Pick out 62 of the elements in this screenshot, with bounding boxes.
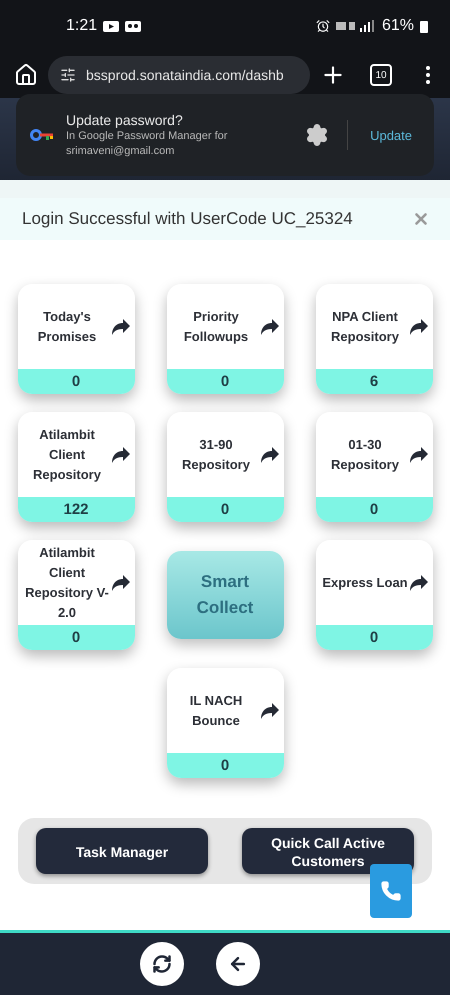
action-button[interactable]: Task Manager	[36, 828, 208, 874]
clock-time: 1:21	[66, 17, 98, 35]
voicemail-icon	[125, 20, 142, 32]
dashboard-tile[interactable]: Priority Followups 0	[166, 284, 284, 394]
phone-book-button[interactable]	[370, 864, 412, 918]
tile-count: 0	[316, 497, 432, 522]
key-icon	[30, 129, 54, 141]
tab-count[interactable]: 10	[370, 64, 392, 86]
tile-label: 01-30 Repository	[330, 436, 400, 474]
tile-count: 0	[166, 753, 284, 778]
tile-label: Today's Promises	[36, 308, 98, 346]
dashboard-tile[interactable]: Atilambit Client Repository V-2.0 0	[18, 540, 134, 650]
dashboard-tile[interactable]: 01-30 Repository 0	[316, 412, 432, 522]
share-arrow-icon	[260, 318, 280, 336]
tile-count: 0	[18, 625, 134, 650]
video-icon	[103, 20, 120, 32]
tile-label: Atilambit Client Repository V-2.0	[24, 544, 110, 622]
share-arrow-icon	[408, 574, 428, 592]
site-settings-icon[interactable]	[60, 67, 76, 83]
account-email: srimaveni@gmail.com	[66, 145, 176, 158]
tile-label: Priority Followups	[182, 308, 250, 346]
login-message: Login Successful with UserCode UC_25324	[22, 209, 354, 229]
share-arrow-icon	[110, 574, 130, 592]
smart-collect-button[interactable]: Smart Collect	[166, 551, 284, 639]
share-arrow-icon	[260, 446, 280, 464]
tile-count: 6	[316, 369, 432, 394]
share-arrow-icon	[110, 446, 130, 464]
share-arrow-icon	[408, 446, 428, 464]
dashboard-tile[interactable]: Today's Promises 0	[18, 284, 134, 394]
update-button[interactable]: Update	[366, 124, 416, 146]
popup-subtitle: In Google Password Manager for	[66, 130, 228, 143]
share-arrow-icon	[110, 318, 130, 336]
tile-label: Atilambit Client Repository	[32, 426, 102, 484]
dashboard-tile[interactable]: Express Loan 0	[316, 540, 432, 650]
tile-label: NPA Client Repository	[330, 308, 400, 346]
battery-percent: 61%	[382, 17, 414, 35]
back-button[interactable]	[216, 942, 260, 986]
action-button[interactable]: Quick Call Active Customers	[242, 828, 414, 874]
refresh-icon	[152, 954, 172, 974]
tile-label: 31-90 Repository	[181, 436, 251, 474]
alarm-icon	[316, 19, 330, 33]
tile-label: IL NACH Bounce	[188, 692, 244, 730]
address-bar[interactable]: bssprod.sonataindia.com/dashb	[48, 56, 310, 94]
tile-label: Express Loan	[322, 574, 408, 592]
dashboard-tile[interactable]: IL NACH Bounce 0	[166, 668, 284, 778]
tile-count: 122	[18, 497, 134, 522]
tile-count: 0	[166, 497, 284, 522]
home-icon[interactable]	[14, 63, 38, 87]
refresh-button[interactable]	[140, 942, 184, 986]
url-text: bssprod.sonataindia.com/dashb	[86, 67, 284, 83]
dashboard-tile[interactable]: NPA Client Repository 6	[316, 284, 432, 394]
dashboard-tile[interactable]: 31-90 Repository 0	[166, 412, 284, 522]
share-arrow-icon	[260, 702, 280, 720]
close-icon[interactable]	[412, 210, 430, 228]
dashboard-tile[interactable]: Atilambit Client Repository 122	[18, 412, 134, 522]
phone-icon	[380, 880, 402, 902]
tile-count: 0	[166, 369, 284, 394]
popup-title: Update password?	[66, 112, 184, 128]
tile-count: 0	[18, 369, 134, 394]
battery-icon	[420, 20, 428, 32]
tile-count: 0	[316, 625, 432, 650]
share-arrow-icon	[408, 318, 428, 336]
